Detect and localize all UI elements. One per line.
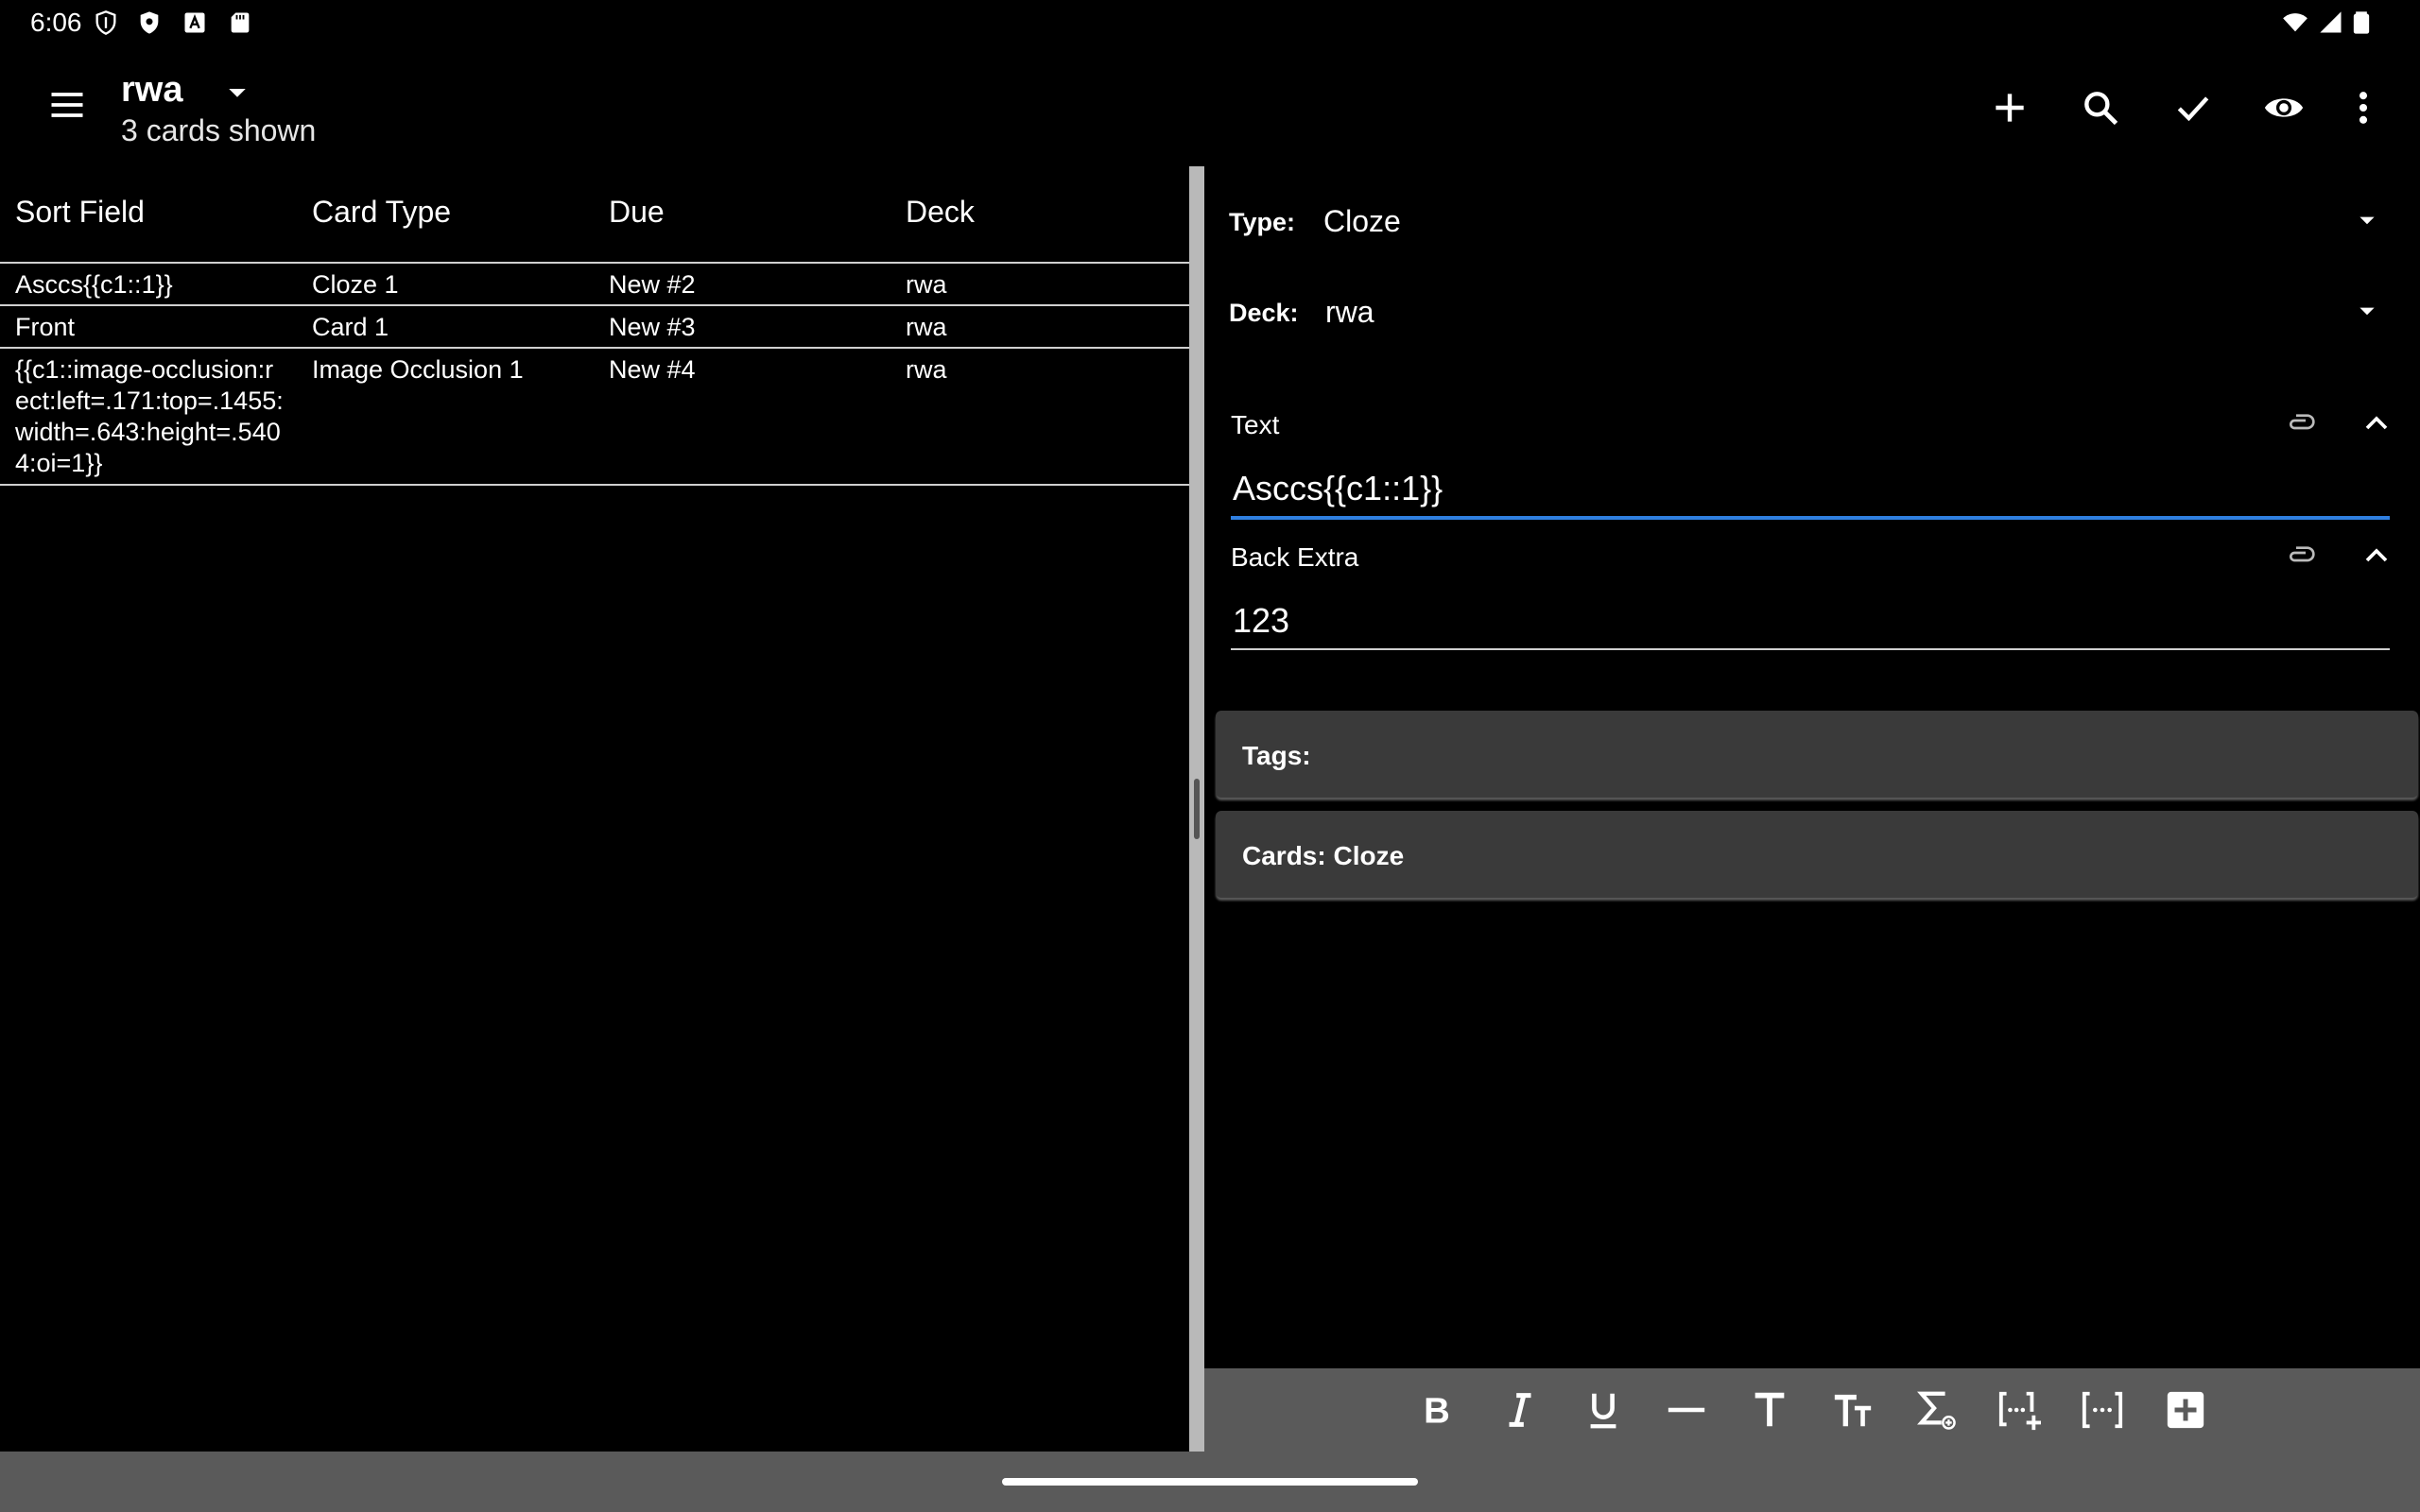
column-header-sort-field[interactable]: Sort Field xyxy=(15,195,145,230)
cell-due: New #2 xyxy=(609,270,696,299)
cell-deck: rwa xyxy=(906,313,947,341)
cell-due: New #3 xyxy=(609,313,696,341)
bold-button[interactable]: B xyxy=(1410,1383,1463,1436)
back-extra-field-input[interactable]: 123 xyxy=(1233,601,1289,641)
chevron-down-icon[interactable] xyxy=(2354,299,2380,325)
formatting-toolbar: B xyxy=(1204,1368,2420,1452)
more-options-button[interactable] xyxy=(2337,81,2390,134)
column-header-card-type[interactable]: Card Type xyxy=(312,195,451,230)
table-row[interactable]: Front Card 1 New #3 rwa xyxy=(0,306,1189,349)
cloze-new-button[interactable] xyxy=(1993,1383,2046,1436)
preview-button[interactable] xyxy=(2257,81,2310,134)
collapse-field-icon[interactable] xyxy=(2356,535,2397,576)
cloze-same-button[interactable] xyxy=(2076,1383,2129,1436)
add-box-icon xyxy=(2167,1391,2204,1429)
mathjax-button[interactable] xyxy=(1910,1383,1962,1436)
chevron-down-icon[interactable] xyxy=(2354,208,2380,234)
add-icon xyxy=(1996,94,2024,122)
underline-button[interactable] xyxy=(1577,1383,1630,1436)
horizontal-rule-icon xyxy=(1668,1407,1705,1413)
shield-filled-icon xyxy=(136,9,163,36)
note-type-label: Type: xyxy=(1229,208,1296,236)
font-size-icon xyxy=(1754,1392,1785,1427)
save-check-button[interactable] xyxy=(2167,81,2220,134)
deck-title[interactable]: rwa xyxy=(121,70,182,111)
more-vert-icon xyxy=(2359,92,2368,124)
deck-select[interactable]: rwa xyxy=(1325,295,1374,330)
cell-card-type: Image Occlusion 1 xyxy=(312,355,524,384)
cloze-same-icon xyxy=(2082,1391,2123,1429)
italic-button[interactable] xyxy=(1494,1383,1547,1436)
tags-button[interactable]: Tags: xyxy=(1216,711,2418,798)
deck-label: Deck: xyxy=(1229,299,1299,327)
cell-card-type: Cloze 1 xyxy=(312,270,399,299)
svg-text:B: B xyxy=(1424,1390,1450,1431)
search-button[interactable] xyxy=(2074,81,2127,134)
text-case-button[interactable] xyxy=(1826,1383,1879,1436)
attach-media-icon[interactable] xyxy=(2280,403,2322,444)
battery-icon xyxy=(2348,9,2375,36)
note-type-select[interactable]: Cloze xyxy=(1323,204,1401,239)
status-bar: 6:06 xyxy=(0,0,2420,45)
field-name-text: Text xyxy=(1231,410,1280,439)
home-gesture-handle[interactable] xyxy=(1002,1478,1418,1486)
collapse-field-icon[interactable] xyxy=(2356,403,2397,444)
column-header-due[interactable]: Due xyxy=(609,195,665,230)
sd-card-icon xyxy=(227,9,253,36)
cell-sort-field: {{c1::image-occlusion:r ect:left=.171:to… xyxy=(15,355,284,477)
bold-icon: B xyxy=(1424,1390,1450,1431)
note-editor: Type: Cloze Deck: rwa Text Asccs{{c1::1}… xyxy=(1204,166,2420,1368)
app-bar: rwa 3 cards shown xyxy=(0,53,2420,166)
font-a-icon xyxy=(182,9,208,36)
cell-deck: rwa xyxy=(906,355,947,384)
text-case-icon xyxy=(1834,1394,1872,1427)
cellular-signal-icon xyxy=(2318,9,2344,36)
cards-button[interactable]: Cards: Cloze xyxy=(1216,811,2418,898)
divider-drag-handle[interactable] xyxy=(1194,779,1200,839)
column-header-deck[interactable]: Deck xyxy=(906,195,975,230)
search-icon xyxy=(2084,92,2118,126)
tags-label: Tags: xyxy=(1242,741,1311,770)
back-extra-field-underline xyxy=(1231,648,2390,650)
font-size-button[interactable] xyxy=(1743,1383,1796,1436)
cell-card-type: Card 1 xyxy=(312,313,389,341)
status-time: 6:06 xyxy=(30,8,82,37)
add-custom-button[interactable] xyxy=(2159,1383,2212,1436)
menu-button[interactable] xyxy=(43,81,91,129)
cards-label: Cards: Cloze xyxy=(1242,841,1405,870)
cell-deck: rwa xyxy=(906,270,947,299)
table-row[interactable]: Asccs{{c1::1}} Cloze 1 New #2 rwa xyxy=(0,264,1189,306)
sigma-icon xyxy=(1917,1391,1956,1430)
add-button[interactable] xyxy=(1983,81,2036,134)
table-header: Sort Field Card Type Due Deck xyxy=(0,166,1189,264)
wifi-icon xyxy=(2282,9,2308,36)
hamburger-menu-icon xyxy=(51,93,83,117)
cell-due: New #4 xyxy=(609,355,696,384)
cell-sort-field: Asccs{{c1::1}} xyxy=(15,270,173,299)
shield-outline-icon xyxy=(93,9,119,36)
dropdown-arrow-icon xyxy=(229,89,246,97)
underline-icon xyxy=(1590,1393,1616,1429)
cloze-new-icon xyxy=(1998,1391,2041,1431)
system-navigation-bar xyxy=(0,1452,2420,1512)
cards-shown-count: 3 cards shown xyxy=(121,113,317,147)
field-name-back-extra: Back Extra xyxy=(1231,542,1359,572)
horizontal-rule-button[interactable] xyxy=(1660,1383,1713,1436)
attach-media-icon[interactable] xyxy=(2280,535,2322,576)
italic-icon xyxy=(1509,1393,1531,1427)
text-field-input[interactable]: Asccs{{c1::1}} xyxy=(1233,469,1443,508)
text-field-underline xyxy=(1231,516,2390,520)
cell-sort-field: Front xyxy=(15,313,76,341)
deck-dropdown-button[interactable] xyxy=(223,79,251,108)
card-browser: Sort Field Card Type Due Deck Asccs{{c1:… xyxy=(0,166,1189,1452)
check-icon xyxy=(2177,96,2209,122)
eye-icon xyxy=(2264,98,2304,117)
table-row[interactable]: {{c1::image-occlusion:r ect:left=.171:to… xyxy=(0,349,1189,486)
